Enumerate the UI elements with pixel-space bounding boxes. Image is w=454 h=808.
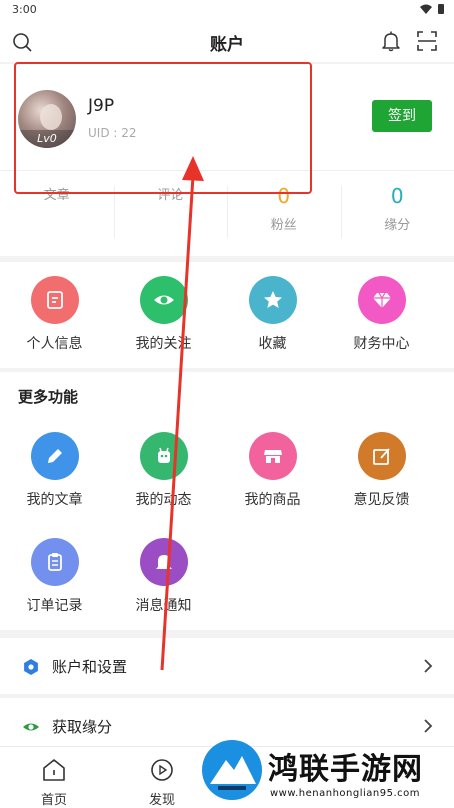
status-bar: 3:00 — [0, 0, 454, 22]
feature-label: 我的动态 — [135, 492, 192, 508]
feedback-icon — [357, 432, 406, 480]
menu-label: 获取缘分 — [52, 718, 113, 736]
stat-label: 粉丝 — [270, 218, 297, 233]
diamond-icon — [357, 276, 406, 324]
pencil-icon — [30, 432, 79, 480]
status-icons — [420, 4, 444, 14]
store-icon — [248, 432, 297, 480]
feature-label: 意见反馈 — [353, 492, 410, 508]
feature-label: 订单记录 — [26, 598, 83, 614]
play-icon — [151, 759, 173, 781]
menu-label: 账户和设置 — [52, 658, 128, 676]
stat-label: 缘分 — [384, 218, 411, 233]
quick-actions: 个人信息 我的关注 收藏 财务中心 — [0, 262, 454, 368]
feature-row: 我的文章 我的动态 我的商品 意见反馈 — [0, 432, 436, 509]
feature-label: 我的文章 — [26, 492, 83, 508]
feature-label: 消息通知 — [135, 598, 192, 614]
home-icon — [43, 759, 65, 781]
chevron-right-icon — [424, 659, 433, 673]
dynamic-icon — [139, 432, 188, 480]
feature-notifications[interactable]: 消息通知 — [109, 538, 218, 615]
feature-my-articles[interactable]: 我的文章 — [0, 432, 109, 509]
quick-item-finance[interactable]: 财务中心 — [327, 262, 436, 368]
watermark-text: 鸿联手游网 — [268, 752, 423, 787]
feature-order-records[interactable]: 订单记录 — [0, 538, 109, 615]
stat-value: 0 — [390, 184, 404, 208]
more-features: 更多功能 我的文章 我的动态 我的商品 意见反馈 订单记录 消息通知 — [0, 372, 454, 630]
feature-label: 我的商品 — [244, 492, 301, 508]
chevron-right-icon — [424, 719, 433, 733]
scan-icon[interactable] — [416, 30, 438, 52]
feature-row: 订单记录 消息通知 — [0, 538, 218, 615]
tab-label: 首页 — [40, 793, 67, 808]
feature-feedback[interactable]: 意见反馈 — [327, 432, 436, 509]
quick-item-following[interactable]: 我的关注 — [109, 262, 218, 368]
edit-icon — [30, 276, 79, 324]
quick-item-label: 收藏 — [258, 336, 287, 352]
quick-item-favorites[interactable]: 收藏 — [218, 262, 327, 368]
signin-button[interactable]: 签到 — [372, 100, 432, 132]
bell-icon[interactable] — [380, 30, 402, 52]
clipboard-icon — [30, 538, 79, 586]
battery-icon — [438, 4, 444, 14]
quick-item-profile-info[interactable]: 个人信息 — [0, 262, 109, 368]
quick-item-label: 财务中心 — [353, 336, 410, 352]
top-nav: 账户 — [0, 22, 454, 62]
feature-my-products[interactable]: 我的商品 — [218, 432, 327, 509]
menu-account-settings[interactable]: 账户和设置 — [0, 638, 454, 694]
watermark: 鸿联手游网 www.henanhonglian95.com — [196, 736, 454, 808]
watermark-url: www.henanhonglian95.com — [270, 788, 421, 799]
eye-icon — [139, 276, 188, 324]
tab-home[interactable]: 首页 — [0, 747, 108, 808]
section-title: 更多功能 — [18, 388, 79, 406]
settings-icon — [24, 659, 38, 675]
status-time: 3:00 — [12, 3, 37, 16]
stat-fate[interactable]: 0 缘分 — [340, 174, 454, 256]
quick-item-label: 我的关注 — [135, 336, 192, 352]
watermark-logo — [202, 740, 262, 800]
wifi-icon — [420, 4, 432, 14]
annotation-box — [14, 62, 312, 194]
eye-icon — [23, 723, 39, 731]
feature-my-dynamics[interactable]: 我的动态 — [109, 432, 218, 509]
bell-icon — [139, 538, 188, 586]
star-icon — [248, 276, 297, 324]
quick-item-label: 个人信息 — [26, 336, 83, 352]
